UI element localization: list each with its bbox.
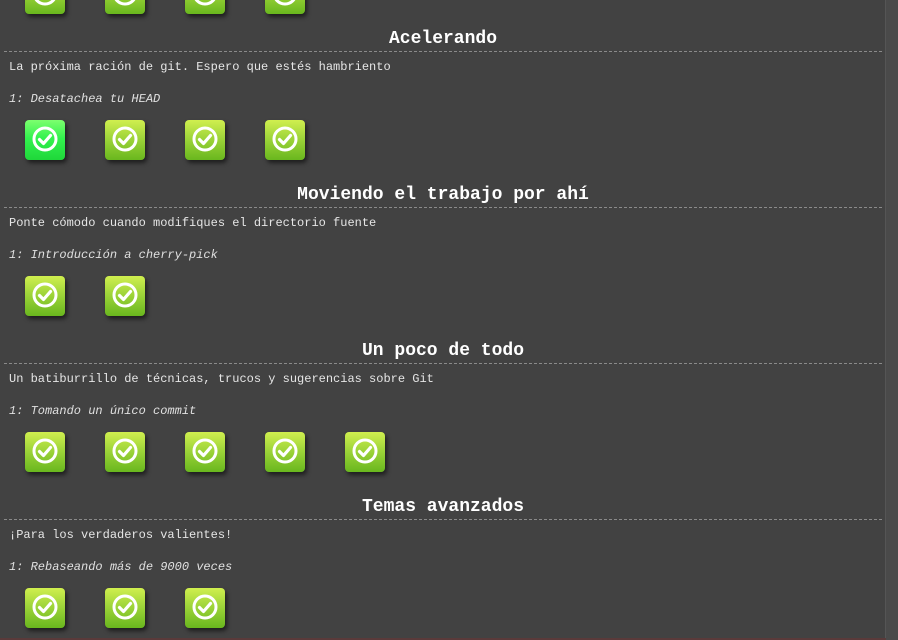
check-circle-icon [352,438,378,464]
scrollbar-track[interactable] [885,0,898,640]
level-button-5[interactable] [345,432,385,472]
level-button-3[interactable] [185,432,225,472]
section-current-level: 1: Tomando un único commit [9,404,197,418]
section-divider [4,51,882,52]
check-circle-icon [32,282,58,308]
check-circle-icon [114,0,136,6]
section-description: Ponte cómodo cuando modifiques el direct… [9,216,377,230]
section-description: La próxima ración de git. Espero que est… [9,60,391,74]
check-circle-icon [192,594,218,620]
level-button-3[interactable] [185,0,225,14]
level-button-2[interactable] [105,276,145,316]
section-current-level: 1: Introducción a cherry-pick [9,248,218,262]
check-circle-icon [194,0,216,6]
section-description: Un batiburrillo de técnicas, trucos y su… [9,372,434,386]
section-current-level: 1: Rebaseando más de 9000 veces [9,560,233,574]
level-button-2[interactable] [105,0,145,14]
level-button-1[interactable] [25,120,65,160]
section-title: Moviendo el trabajo por ahí [297,185,589,205]
level-select-panel: Acelerando La próxima ración de git. Esp… [0,0,886,640]
level-button-4[interactable] [265,120,305,160]
level-button-2[interactable] [105,432,145,472]
level-button-2[interactable] [105,588,145,628]
level-button-4[interactable] [265,0,305,14]
check-circle-icon [112,438,138,464]
check-circle-icon [32,126,58,152]
level-button-4[interactable] [265,432,305,472]
section-title: Un poco de todo [361,341,525,361]
check-circle-icon [112,282,138,308]
check-circle-icon [192,126,218,152]
check-circle-icon [192,438,218,464]
level-button-1[interactable] [25,432,65,472]
level-button-3[interactable] [185,120,225,160]
level-button-2[interactable] [105,120,145,160]
section-divider [4,363,882,364]
check-circle-icon [32,594,58,620]
check-circle-icon [32,438,58,464]
check-circle-icon [112,126,138,152]
check-circle-icon [272,438,298,464]
section-title: Temas avanzados [361,497,525,517]
section-current-level: 1: Desatachea tu HEAD [9,92,161,106]
level-button-3[interactable] [185,588,225,628]
section-divider [4,207,882,208]
level-button-1[interactable] [25,276,65,316]
section-divider [4,519,882,520]
check-circle-icon [112,594,138,620]
check-circle-icon [34,0,56,6]
check-circle-icon [272,126,298,152]
check-circle-icon [274,0,296,6]
level-button-1[interactable] [25,0,65,14]
section-description: ¡Para los verdaderos valientes! [9,528,233,542]
level-button-1[interactable] [25,588,65,628]
section-title: Acelerando [388,29,498,49]
